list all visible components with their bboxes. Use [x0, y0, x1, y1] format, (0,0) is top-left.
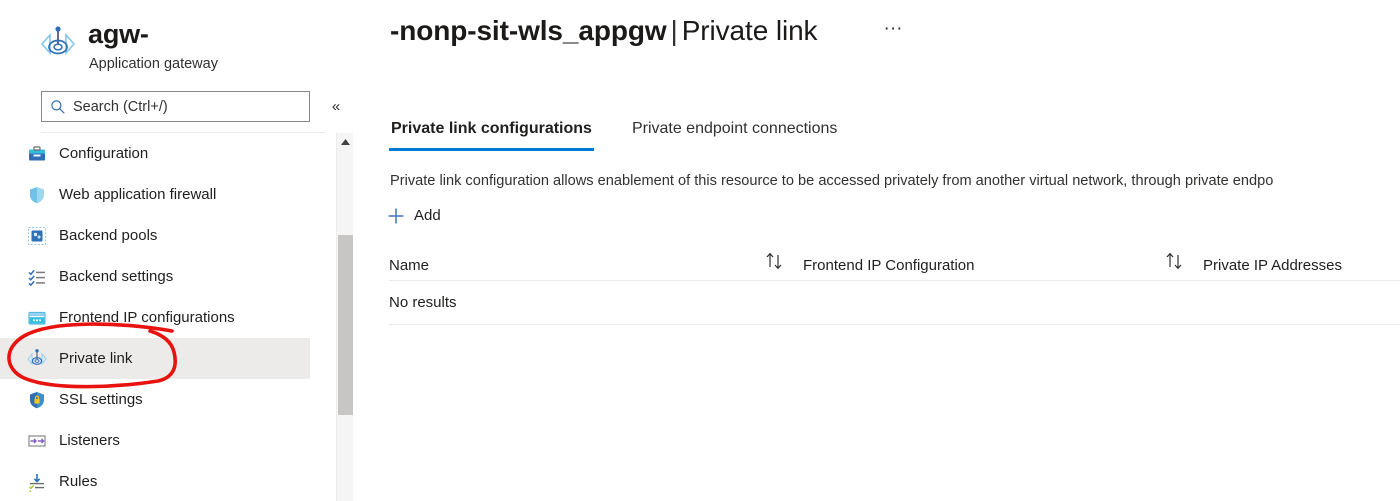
resource-type: Application gateway — [89, 56, 218, 72]
private-link-configurations-table: Name Frontend IP Configuration Private I… — [389, 245, 1400, 325]
search-icon — [51, 99, 65, 114]
tab-private-link-configurations[interactable]: Private link configurations — [389, 118, 594, 151]
scrollbar-thumb[interactable] — [338, 235, 353, 415]
sidebar-item-backend-settings[interactable]: Backend settings — [0, 256, 336, 297]
sidebar-item-label: Backend pools — [59, 226, 158, 244]
sidebar-item-rules[interactable]: Rules — [0, 461, 336, 501]
column-header-name[interactable]: Name — [389, 250, 429, 280]
search-box[interactable] — [41, 91, 310, 122]
azure-portal-screenshot: agw- Application gateway « — [0, 0, 1400, 501]
page-title-separator: | — [670, 15, 678, 46]
page-title: -nonp-sit-wls_appgw | Private link — [390, 12, 818, 50]
sidebar-item-backend-pools[interactable]: Backend pools — [0, 215, 336, 256]
pane-divider — [354, 0, 355, 501]
add-button-label: Add — [414, 207, 441, 224]
checklist-icon — [25, 265, 49, 289]
more-options-button[interactable]: ··· — [880, 16, 906, 42]
frontend-ip-icon — [25, 306, 49, 330]
sidebar-item-frontend-ip-configurations[interactable]: Frontend IP configurations — [0, 297, 336, 338]
sidebar-item-label: Configuration — [59, 144, 149, 162]
sidebar-scrollbar[interactable] — [336, 133, 353, 501]
no-results-text: No results — [389, 294, 457, 311]
resource-header: agw- Application gateway — [30, 8, 330, 82]
resource-menu-list: Configuration Web application firewall B… — [0, 133, 336, 501]
rules-icon — [25, 470, 49, 494]
page-title-blade: Private link — [681, 15, 818, 46]
column-header-frontend-ip-configuration[interactable]: Frontend IP Configuration — [803, 250, 975, 280]
sidebar-item-private-link[interactable]: Private link — [0, 338, 310, 379]
application-gateway-icon — [36, 22, 80, 66]
collapse-menu-button[interactable]: « — [325, 96, 347, 118]
tab-private-endpoint-connections[interactable]: Private endpoint connections — [630, 118, 839, 151]
table-empty-row: No results — [389, 281, 1400, 325]
scroll-up-button[interactable] — [337, 133, 353, 151]
sidebar-item-web-application-firewall[interactable]: Web application firewall — [0, 174, 336, 215]
resource-name: agw- — [88, 19, 149, 49]
blade-description: Private link configuration allows enable… — [390, 173, 1274, 189]
private-link-icon — [25, 347, 49, 371]
sidebar-item-label: Backend settings — [59, 267, 174, 285]
plus-icon — [388, 208, 404, 224]
tab-bar: Private link configurations Private endp… — [389, 118, 875, 151]
column-header-private-ip-addresses[interactable]: Private IP Addresses — [1203, 250, 1342, 280]
sort-updown-icon[interactable] — [764, 251, 788, 271]
sidebar-item-listeners[interactable]: Listeners — [0, 420, 336, 461]
table-header-row: Name Frontend IP Configuration Private I… — [389, 245, 1400, 281]
resource-menu-pane: agw- Application gateway « — [0, 0, 356, 501]
sidebar-item-label: SSL settings — [59, 390, 143, 408]
sidebar-item-ssl-settings[interactable]: SSL settings — [0, 379, 336, 420]
page-title-resource: -nonp-sit-wls_appgw — [390, 15, 667, 46]
sidebar-item-label: Rules — [59, 472, 98, 490]
backend-pools-icon — [25, 224, 49, 248]
sidebar-item-label: Private link — [59, 349, 133, 367]
add-button[interactable]: Add — [385, 203, 447, 229]
sort-updown-icon[interactable] — [1164, 251, 1188, 271]
sidebar-item-label: Web application firewall — [59, 185, 217, 203]
main-content: -nonp-sit-wls_appgw | Private link ··· Pri… — [356, 0, 1400, 501]
shield-icon — [25, 183, 49, 207]
configuration-icon — [25, 142, 49, 166]
sidebar-item-label: Frontend IP configurations — [59, 308, 235, 326]
listeners-icon — [25, 429, 49, 453]
sidebar-item-label: Listeners — [59, 431, 120, 449]
sidebar-item-configuration[interactable]: Configuration — [0, 133, 336, 174]
lock-shield-icon — [25, 388, 49, 412]
search-input[interactable] — [73, 93, 288, 120]
